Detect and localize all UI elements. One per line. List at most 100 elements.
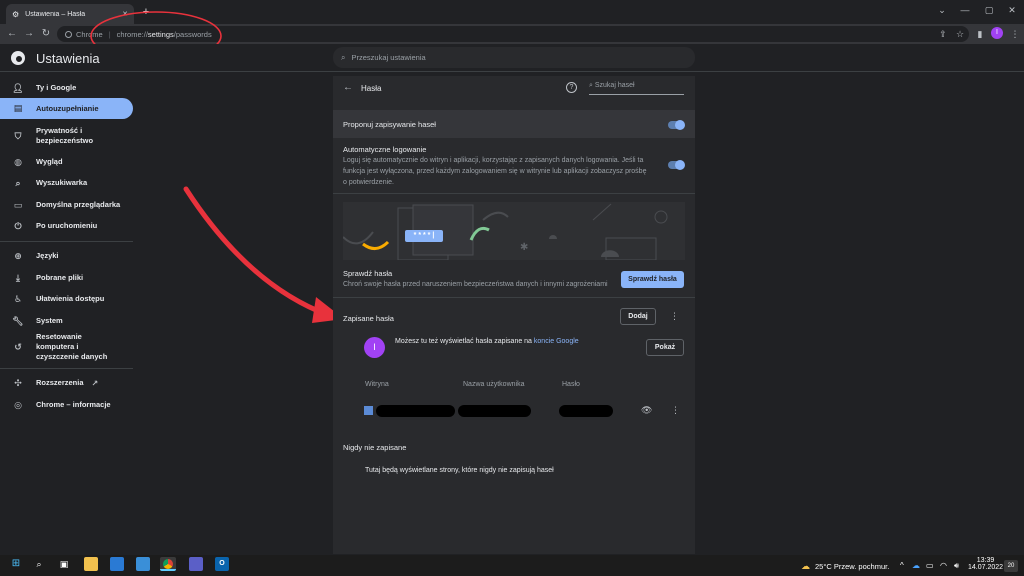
sidebar-item-extensions[interactable]: ✣ Rozszerzenia ↗ — [0, 375, 133, 391]
share-icon[interactable]: ⇪ — [936, 27, 950, 41]
search-icon[interactable]: ⌕ — [32, 557, 46, 571]
column-header-username: Nazwa użytkownika — [463, 381, 525, 388]
weather-icon: ☁ — [801, 561, 810, 571]
gear-icon: ⚙ — [12, 9, 20, 19]
settings-search-input[interactable]: ⌕ Przeszukaj ustawienia — [333, 47, 695, 68]
forward-icon[interactable]: → — [22, 27, 36, 41]
auto-login-description: Loguj się automatycznie do witryn i apli… — [343, 157, 647, 186]
file-explorer-icon[interactable] — [84, 557, 98, 571]
sidebar-item-accessibility[interactable]: ♿︎ Ułatwienia dostępu — [0, 291, 133, 307]
windows-start-icon[interactable]: ⊞ — [9, 557, 23, 571]
google-account-link[interactable]: koncie Google — [534, 338, 579, 345]
redacted-username — [458, 405, 531, 417]
svg-text:✱: ✱ — [520, 242, 528, 253]
chrome-icon — [65, 30, 72, 38]
maximize-icon[interactable]: ▢ — [979, 2, 999, 18]
clock-time: 13:39 — [976, 557, 995, 564]
saved-passwords-menu-icon[interactable]: ⋮ — [670, 311, 679, 322]
illustration-password-field: * * * * | — [405, 230, 443, 242]
wifi-icon[interactable]: ◠ — [940, 561, 947, 570]
outlook-icon[interactable]: O — [215, 557, 229, 571]
download-icon: ⤓ — [16, 272, 20, 283]
sidebar-item-search-engine[interactable]: ⌕ Wyszukiwarka — [0, 175, 133, 191]
history-icon: ↺ — [14, 341, 22, 352]
browser-icon: ▭ — [13, 199, 23, 210]
external-link-icon: ↗ — [91, 378, 99, 388]
settings-search-placeholder: Przeszukaj ustawienia — [351, 53, 426, 62]
offer-save-toggle[interactable] — [668, 120, 685, 130]
clock-date: 14.07.2022 — [968, 564, 1004, 571]
account-storage-text: Możesz tu też wyświetlać hasła zapisane … — [395, 338, 579, 345]
sidebar-item-languages[interactable]: ⊕ Języki — [0, 248, 133, 264]
search-icon: ⌕ — [589, 82, 593, 89]
row-menu-icon[interactable]: ⋮ — [671, 405, 680, 416]
add-password-button[interactable]: Dodaj — [620, 308, 656, 325]
check-passwords-button[interactable]: Sprawdź hasła — [621, 271, 684, 288]
check-passwords-description: Chroń swoje hasła przed naruszeniem bezp… — [343, 281, 608, 288]
redacted-password — [559, 405, 613, 417]
search-icon: ⌕ — [15, 177, 21, 188]
sidebar-divider — [0, 241, 133, 242]
person-icon: 👤︎ — [12, 82, 24, 93]
wrench-icon: 🔧︎ — [12, 315, 24, 326]
task-view-icon[interactable]: ▣ — [57, 557, 71, 571]
teams-icon[interactable] — [189, 557, 203, 571]
sidebar-item-system[interactable]: 🔧︎ System — [0, 313, 133, 329]
tray-chevron-icon[interactable]: ^ — [900, 561, 904, 570]
sidebar-item-downloads[interactable]: ⤓ Pobrane pliki — [0, 270, 133, 286]
password-search-input[interactable]: ⌕ Szukaj haseł — [589, 82, 684, 95]
network-icon[interactable]: ▭ — [926, 561, 934, 570]
passwords-header: Hasła — [361, 84, 382, 93]
volume-icon[interactable]: 🔊︎ — [954, 561, 959, 571]
store-icon[interactable] — [110, 557, 124, 571]
show-button[interactable]: Pokaż — [646, 339, 684, 356]
never-saved-title: Nigdy nie zapisane — [343, 443, 407, 452]
sidebar-item-privacy[interactable]: ⛉ Prywatność i bezpieczeństwo — [0, 124, 133, 148]
weather-text[interactable]: 25°C Przew. pochmur. — [815, 562, 889, 571]
minimize-icon[interactable]: — — [955, 2, 975, 18]
side-panel-icon[interactable]: ▮ — [973, 27, 987, 41]
clock[interactable]: 13:39 14.07.2022 — [968, 557, 1003, 571]
redacted-site — [376, 405, 455, 417]
help-icon[interactable]: ? — [566, 82, 577, 93]
account-avatar: I — [364, 337, 385, 358]
onedrive-icon[interactable]: ☁ — [912, 561, 920, 570]
palette-icon: ◍ — [14, 156, 22, 167]
menu-kebab-icon[interactable]: ⋮ — [1008, 27, 1022, 41]
sidebar-item-autofill[interactable]: ▤ Autouzupełnianie — [0, 98, 133, 119]
eye-icon[interactable]: 👁︎ — [641, 405, 652, 416]
sidebar-item-default-browser[interactable]: ▭ Domyślna przeglądarka — [0, 197, 133, 213]
puzzle-icon: ✣ — [14, 377, 22, 388]
accessibility-icon: ♿︎ — [13, 293, 23, 304]
auto-login-toggle[interactable] — [668, 160, 685, 170]
sidebar-item-you-and-google[interactable]: 👤︎ Ty i Google — [0, 80, 133, 96]
bookmark-star-icon[interactable]: ☆ — [953, 27, 967, 41]
autofill-icon: ▤ — [13, 103, 23, 113]
sidebar-divider — [0, 368, 133, 369]
chrome-icon: ◎ — [14, 399, 22, 410]
power-icon: ⏻ — [14, 220, 22, 231]
tab-search-icon[interactable]: ⌄ — [932, 2, 952, 18]
mail-icon[interactable] — [136, 557, 150, 571]
sidebar-item-appearance[interactable]: ◍ Wygląd — [0, 154, 133, 170]
annotation-arrow — [183, 186, 344, 323]
column-header-password: Hasło — [562, 381, 580, 388]
profile-avatar[interactable]: I — [991, 27, 1003, 39]
close-window-icon[interactable]: ✕ — [1002, 2, 1022, 18]
password-checkup-illustration: ✱ — [343, 202, 685, 260]
check-passwords-title: Sprawdź hasła — [343, 269, 393, 278]
chrome-logo-icon — [11, 51, 25, 65]
back-icon[interactable]: ← — [5, 27, 19, 41]
shield-icon: ⛉ — [14, 130, 22, 141]
reload-icon[interactable]: ↻ — [39, 27, 53, 41]
notifications-badge[interactable]: 20 — [1004, 560, 1018, 572]
site-favicon-icon — [364, 406, 373, 415]
search-icon: ⌕ — [341, 52, 346, 62]
back-arrow-icon[interactable]: ← — [343, 82, 353, 93]
sidebar-item-on-startup[interactable]: ⏻ Po uruchomieniu — [0, 218, 133, 234]
sidebar-item-reset[interactable]: ↺ Resetowanie komputera i czyszczenie dan… — [0, 332, 133, 361]
sidebar-item-about-chrome[interactable]: ◎ Chrome – informacje — [0, 397, 133, 413]
chrome-taskbar-icon[interactable] — [160, 557, 176, 571]
never-saved-description: Tutaj będą wyświetlane strony, które nig… — [365, 467, 554, 474]
offer-save-label: Proponuj zapisywanie haseł — [343, 120, 436, 129]
